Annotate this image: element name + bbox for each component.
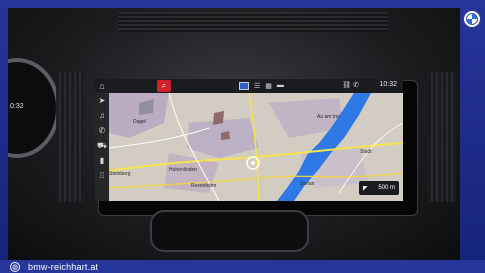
status-icons: ☰ ▦ ▬: [239, 82, 284, 90]
map-label: Hohenlinden: [169, 167, 198, 173]
left-air-vent: [56, 72, 84, 202]
globe-icon: ◍: [10, 261, 20, 272]
map-label: Steinberg: [109, 171, 131, 177]
left-menu-bar: ➤ ♫ ✆ ⛟ ▮ ⁞⁞: [95, 93, 109, 201]
list-icon[interactable]: ☰: [254, 82, 260, 90]
navigation-icon[interactable]: ➤: [99, 97, 106, 105]
car-icon[interactable]: ▬: [277, 82, 284, 90]
center-console-cutout: [150, 210, 309, 252]
navigation-screen: ⌂ ⌕ ☰ ▦ ▬ ⛓ ✆ 10:32 ➤ ♫ ✆ ⛟ ▮ ⁞⁞ Dagel A…: [95, 79, 403, 201]
music-icon[interactable]: ♫: [99, 112, 105, 120]
urban-area: [213, 111, 224, 125]
home-icon[interactable]: ⌂: [95, 79, 109, 93]
map-label: Au am Inn: [317, 114, 340, 120]
map-label: Dagel: [133, 119, 147, 125]
cluster-time: 0:32: [10, 103, 24, 110]
status-time: 10:32: [379, 81, 397, 88]
phone-icon[interactable]: ✆: [99, 127, 106, 135]
device-icon[interactable]: ▮: [100, 157, 104, 165]
bmw-logo-graphic: [463, 10, 481, 28]
car-settings-icon[interactable]: ⛟: [97, 142, 107, 150]
apps-grid-icon[interactable]: ⁞⁞: [100, 172, 104, 180]
bmw-logo: [463, 10, 481, 28]
scale-value: 500 m: [378, 185, 395, 191]
status-bar: ⌂ ⌕ ☰ ▦ ▬ ⛓ ✆ 10:32: [95, 79, 403, 93]
grid-icon[interactable]: ▦: [265, 82, 272, 90]
search-icon[interactable]: ⌕: [157, 80, 171, 92]
right-air-vent: [428, 72, 456, 202]
flag-icon: [239, 82, 249, 90]
website-link[interactable]: bmw-reichhart.at: [28, 262, 98, 272]
map-label: Stefan: [300, 181, 315, 187]
footer-bar: ◍ bmw-reichhart.at: [0, 260, 485, 273]
top-air-vent: [118, 12, 388, 32]
compass-arrow-icon: ◤: [363, 185, 368, 192]
map-label: Rosenheim: [191, 183, 217, 189]
position-marker-dot: [251, 161, 255, 165]
map-label: Stadt: [360, 149, 372, 155]
map-scale[interactable]: ◤ 500 m: [359, 181, 399, 195]
signal-icons: ⛓ ✆: [342, 82, 359, 89]
